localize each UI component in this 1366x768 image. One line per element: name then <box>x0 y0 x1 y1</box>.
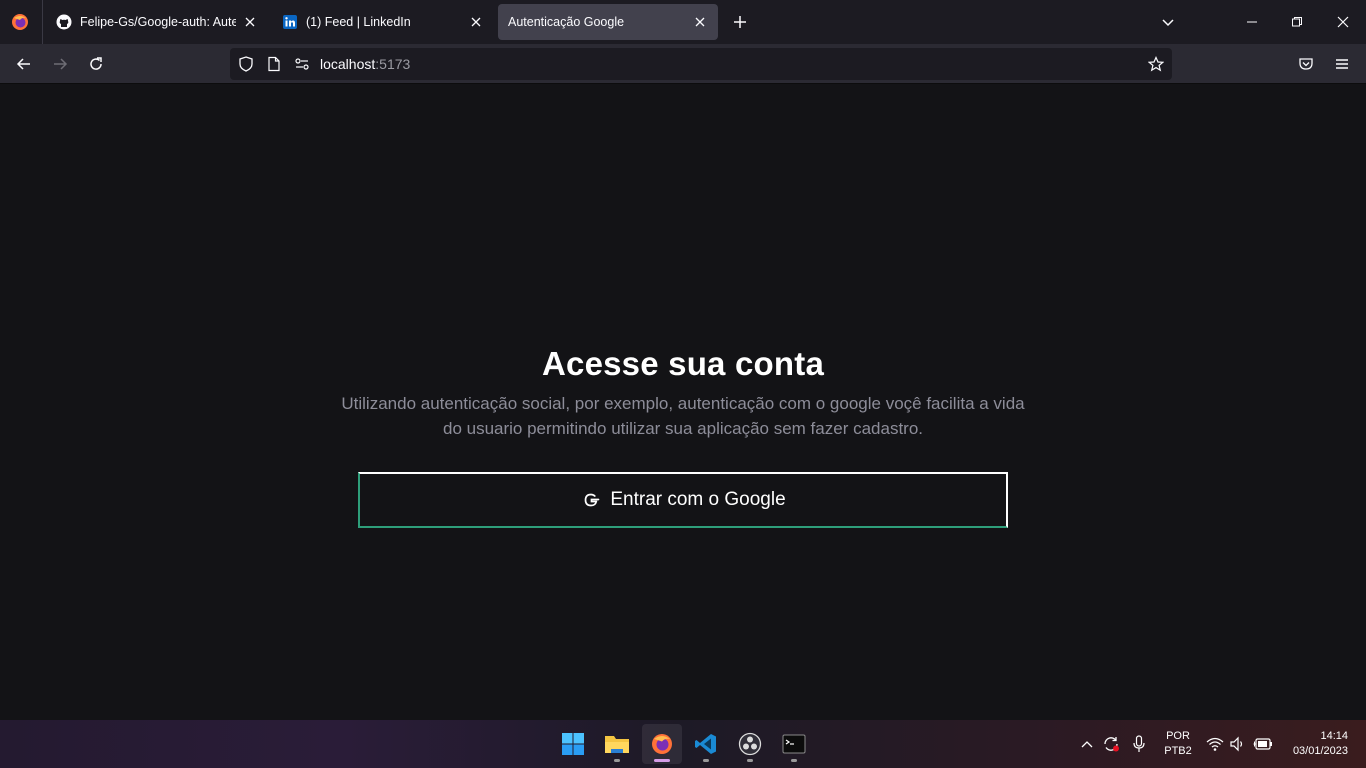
terminal-icon[interactable] <box>774 724 814 764</box>
pocket-button[interactable] <box>1294 52 1318 76</box>
close-tab-icon[interactable] <box>692 14 708 30</box>
wifi-icon[interactable] <box>1205 734 1225 754</box>
close-tab-icon[interactable] <box>468 14 484 30</box>
obs-icon[interactable] <box>730 724 770 764</box>
app-menu-button[interactable] <box>1330 52 1354 76</box>
firefox-icon[interactable] <box>642 724 682 764</box>
navigation-toolbar: localhost:5173 <box>0 44 1366 84</box>
windows-start-icon[interactable] <box>553 724 593 764</box>
bookmark-star-icon[interactable] <box>1148 56 1164 72</box>
tab-title: Autenticação Google <box>508 15 625 29</box>
url-text[interactable]: localhost:5173 <box>320 56 410 72</box>
url-host: localhost <box>320 56 376 72</box>
language-code: POR <box>1166 730 1190 742</box>
tab-autenticacao-google[interactable]: Autenticação Google <box>498 4 718 40</box>
tab-strip: Felipe-Gs/Google-auth: Autenti (1) Feed … <box>0 0 1366 44</box>
linkedin-icon <box>282 14 298 30</box>
reload-button[interactable] <box>84 52 108 76</box>
back-button[interactable] <box>12 52 36 76</box>
google-sign-in-button[interactable]: Entrar com o Google <box>358 472 1008 528</box>
close-window-button[interactable] <box>1331 10 1355 34</box>
file-explorer-icon[interactable] <box>597 724 637 764</box>
minimize-button[interactable] <box>1240 10 1264 34</box>
vscode-icon[interactable] <box>686 724 726 764</box>
google-icon <box>580 489 602 511</box>
permissions-icon[interactable] <box>294 56 310 72</box>
keyboard-layout: PTB2 <box>1164 745 1192 757</box>
battery-charging-icon[interactable] <box>1253 734 1273 754</box>
github-icon <box>56 14 72 30</box>
new-tab-button[interactable] <box>730 12 750 32</box>
list-all-tabs-button[interactable] <box>1158 12 1178 32</box>
running-indicator <box>703 759 709 762</box>
clock-time: 14:14 <box>1320 730 1348 742</box>
page-content: Acesse sua conta Utilizando autenticação… <box>0 85 1366 720</box>
tab-title: (1) Feed | LinkedIn <box>306 15 411 29</box>
tab-linkedin[interactable]: (1) Feed | LinkedIn <box>272 4 494 40</box>
running-indicator <box>791 759 797 762</box>
tab-separator <box>42 0 43 44</box>
forward-button[interactable] <box>48 52 72 76</box>
running-indicator <box>614 759 620 762</box>
firefox-menu-icon[interactable] <box>10 12 30 32</box>
clock-date: 03/01/2023 <box>1292 745 1348 757</box>
shield-icon[interactable] <box>238 56 254 72</box>
page-icon[interactable] <box>266 56 282 72</box>
page-description: Utilizando autenticação social, por exem… <box>341 394 1025 438</box>
restore-button[interactable] <box>1285 10 1309 34</box>
system-clock[interactable]: 14:14 03/01/2023 <box>1278 729 1348 759</box>
url-bar[interactable]: localhost:5173 <box>230 48 1172 80</box>
windows-taskbar: POR PTB2 14:14 03/01/2023 <box>0 720 1366 768</box>
running-indicator <box>654 759 670 762</box>
url-port: :5173 <box>375 56 411 72</box>
google-button-label: Entrar com o Google <box>610 489 786 510</box>
microphone-icon[interactable] <box>1129 734 1149 754</box>
tab-github[interactable]: Felipe-Gs/Google-auth: Autenti <box>46 4 268 40</box>
close-tab-icon[interactable] <box>242 14 258 30</box>
tab-title: Felipe-Gs/Google-auth: Autenti <box>80 15 236 29</box>
volume-icon[interactable] <box>1228 734 1248 754</box>
running-indicator <box>747 759 753 762</box>
sync-icon[interactable] <box>1101 734 1121 754</box>
show-hidden-icons-chevron-icon[interactable] <box>1077 734 1097 754</box>
page-title: Acesse sua conta <box>541 345 824 382</box>
keyboard-language-indicator[interactable]: POR PTB2 <box>1160 729 1196 759</box>
